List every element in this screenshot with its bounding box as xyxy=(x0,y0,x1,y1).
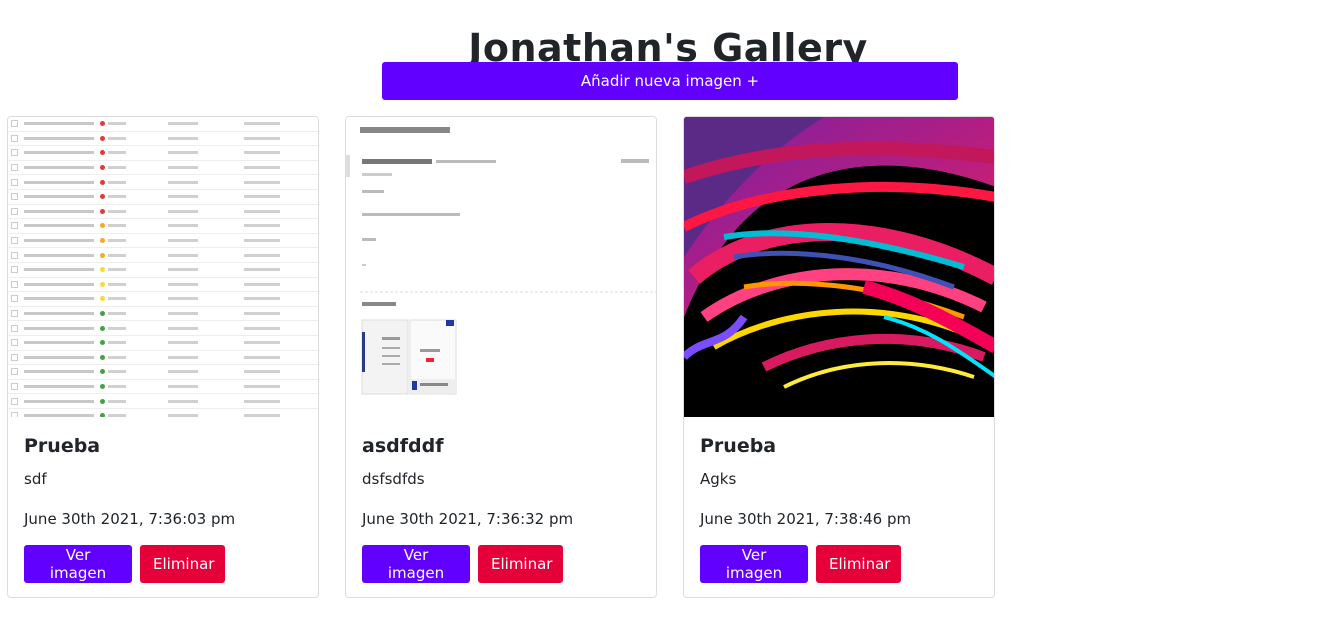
thumbnail-row xyxy=(8,321,318,336)
card-title: Prueba xyxy=(700,435,777,457)
card-title: asdfddf xyxy=(362,435,444,457)
thumbnail-row xyxy=(8,234,318,249)
thumbnail-row xyxy=(8,248,318,263)
thumbnail-row xyxy=(8,132,318,147)
card-body: asdfddf dsfsdfds June 30th 2021, 7:36:32… xyxy=(362,435,640,528)
thumbnail-row xyxy=(8,409,318,417)
card-body: Prueba Agks June 30th 2021, 7:38:46 pm xyxy=(700,435,978,528)
gallery-card: asdfddf dsfsdfds June 30th 2021, 7:36:32… xyxy=(345,116,657,598)
thumbnail-row xyxy=(8,365,318,380)
thumbnail-row xyxy=(8,205,318,220)
thumbnail-row xyxy=(8,278,318,293)
card-description: dsfsdfds xyxy=(362,470,425,488)
delete-button[interactable]: Eliminar xyxy=(140,545,225,583)
view-image-button[interactable]: Ver imagen xyxy=(24,545,132,583)
thumbnail-row xyxy=(8,117,318,132)
thumbnail-row xyxy=(8,336,318,351)
card-image xyxy=(684,117,994,417)
delete-button[interactable]: Eliminar xyxy=(478,545,563,583)
thumbnail-row xyxy=(8,190,318,205)
thumbnail-row xyxy=(8,307,318,322)
gallery-card: Prueba Agks June 30th 2021, 7:38:46 pm V… xyxy=(683,116,995,598)
network-table-screenshot-image xyxy=(8,117,318,417)
add-image-button[interactable]: Añadir nueva imagen + xyxy=(382,62,958,100)
thumbnail-row xyxy=(8,380,318,395)
thumbnail-row xyxy=(8,219,318,234)
card-image xyxy=(8,117,318,417)
thumbnail-row xyxy=(8,175,318,190)
thumbnail-row xyxy=(8,292,318,307)
card-description: sdf xyxy=(24,470,47,488)
thumbnail-row xyxy=(8,394,318,409)
view-image-button[interactable]: Ver imagen xyxy=(700,545,808,583)
card-body: Prueba sdf June 30th 2021, 7:36:03 pm xyxy=(24,435,302,528)
gallery-card: Prueba sdf June 30th 2021, 7:36:03 pm Ve… xyxy=(7,116,319,598)
card-date: June 30th 2021, 7:38:46 pm xyxy=(700,510,912,528)
email-screenshot-image xyxy=(346,117,656,417)
card-date: June 30th 2021, 7:36:32 pm xyxy=(362,510,574,528)
card-image xyxy=(346,117,656,417)
view-image-button[interactable]: Ver imagen xyxy=(362,545,470,583)
thumbnail-row xyxy=(8,146,318,161)
abstract-art-image xyxy=(684,117,994,417)
card-date: June 30th 2021, 7:36:03 pm xyxy=(24,510,236,528)
thumbnail-row xyxy=(8,351,318,366)
thumbnail-row xyxy=(8,263,318,278)
delete-button[interactable]: Eliminar xyxy=(816,545,901,583)
thumbnail-row xyxy=(8,161,318,176)
card-title: Prueba xyxy=(24,435,101,457)
card-description: Agks xyxy=(700,470,737,488)
